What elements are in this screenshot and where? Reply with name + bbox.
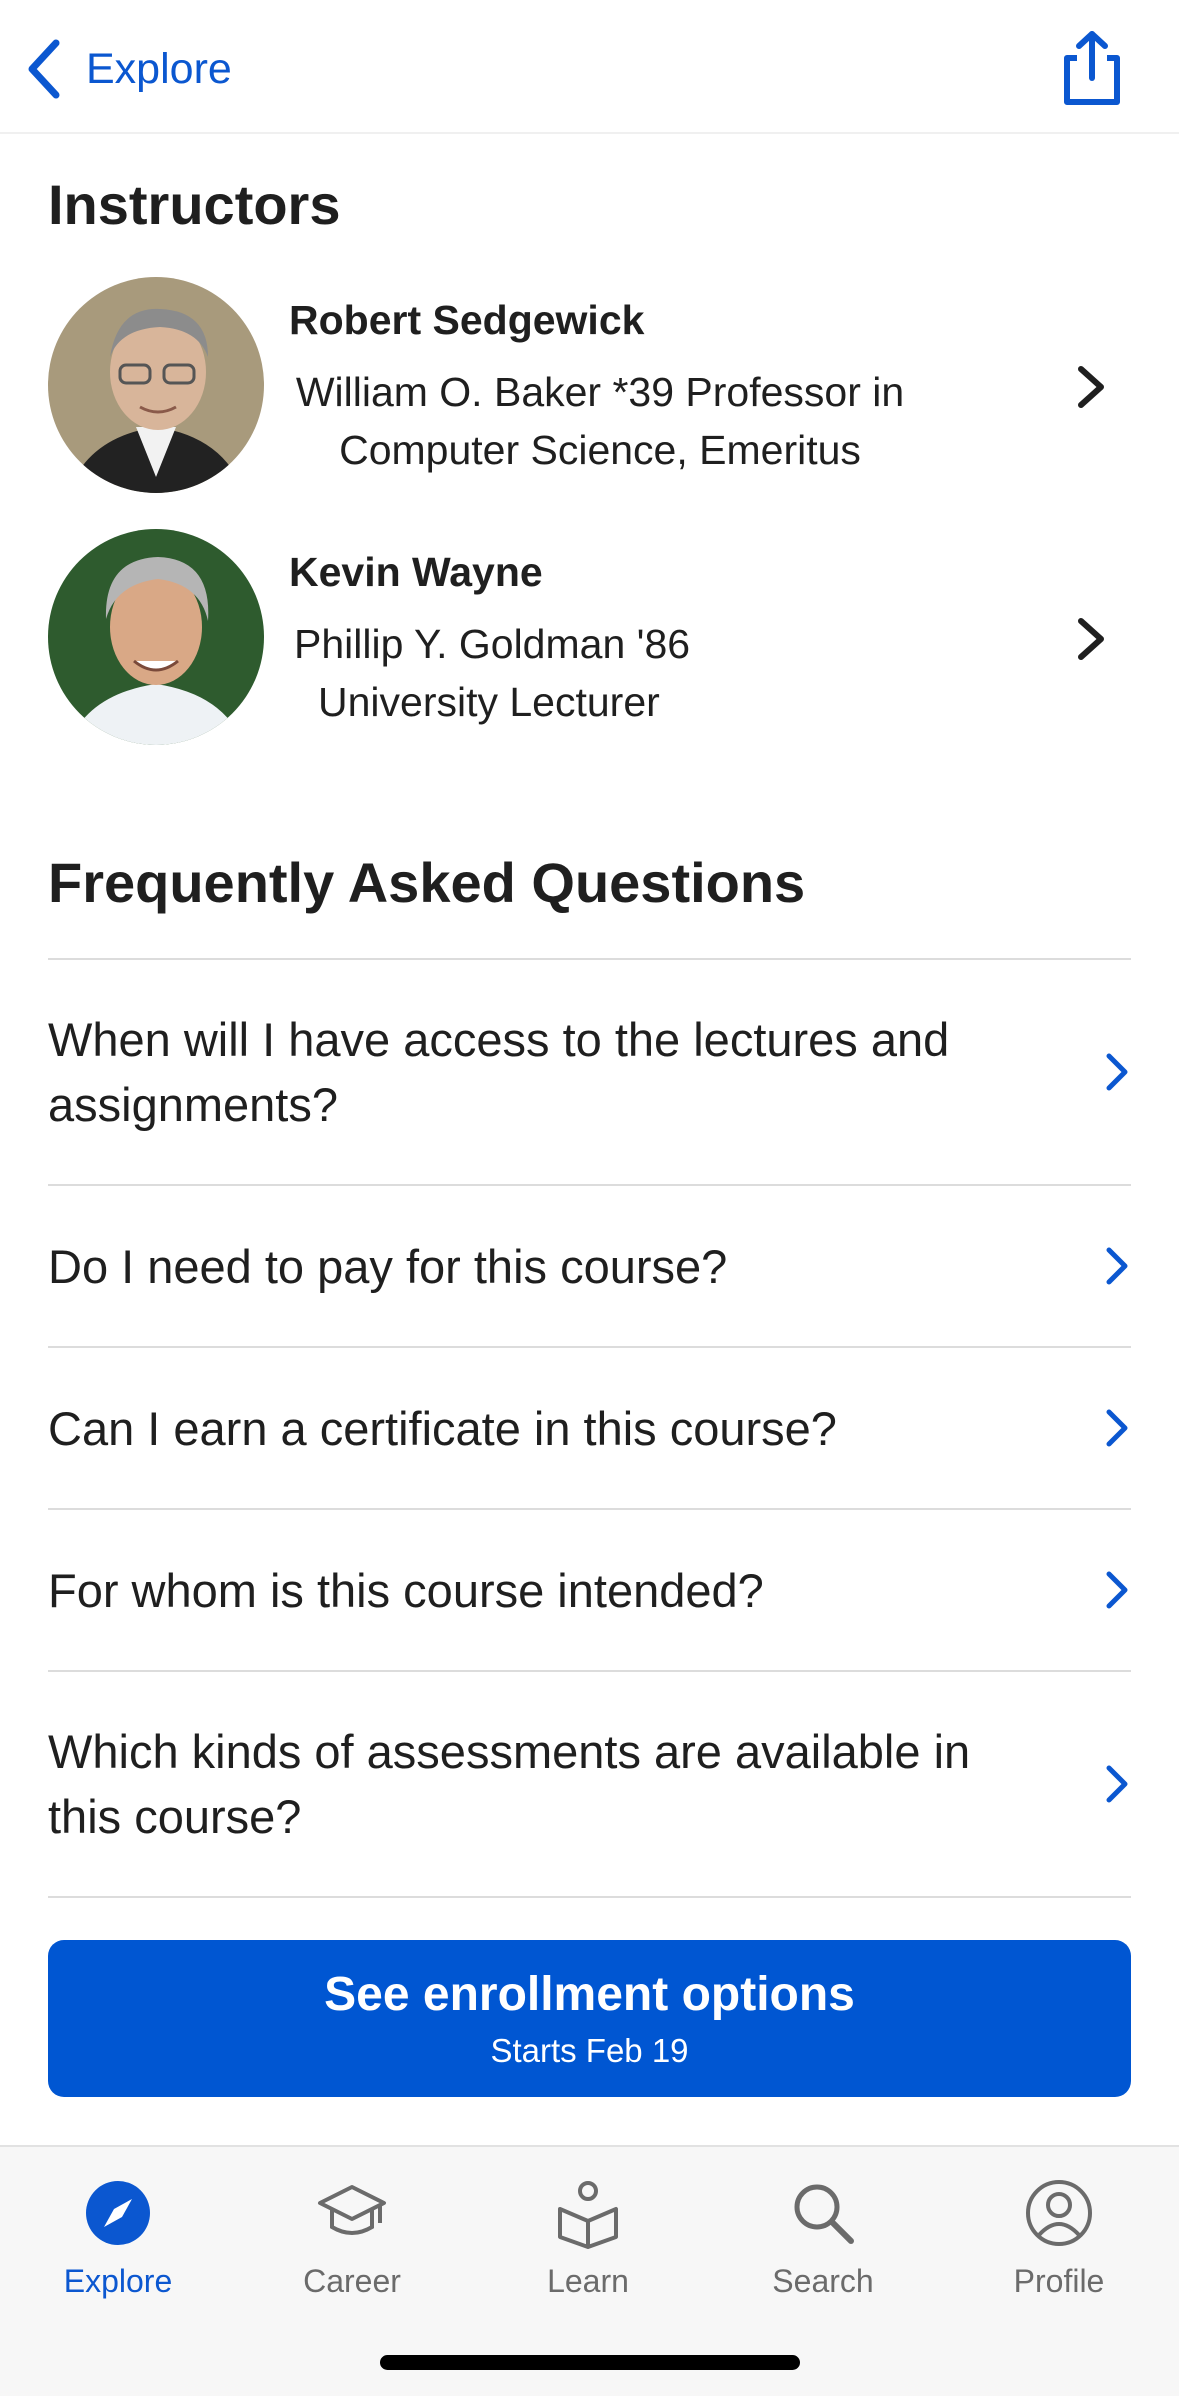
faq-item[interactable]: Do I need to pay for this course? bbox=[48, 1184, 1131, 1346]
tab-label: Career bbox=[303, 2263, 401, 2299]
chevron-left-icon bbox=[28, 39, 60, 99]
instructor-name: Kevin Wayne bbox=[289, 549, 543, 595]
faq-item[interactable]: For whom is this course intended? bbox=[48, 1508, 1131, 1670]
book-person-icon bbox=[558, 2181, 618, 2249]
back-button[interactable]: Explore bbox=[24, 34, 232, 104]
chevron-right-icon bbox=[1106, 1247, 1128, 1285]
instructor-title: Phillip Y. Goldman '86 University Lectur… bbox=[294, 615, 690, 731]
chevron-right-icon bbox=[1078, 366, 1104, 408]
faq-question: Do I need to pay for this course? bbox=[48, 1239, 728, 1293]
tab-profile[interactable]: Profile bbox=[959, 2177, 1159, 2327]
tab-label: Profile bbox=[1013, 2263, 1105, 2299]
faq-item[interactable]: Which kinds of assessments are available… bbox=[48, 1670, 1131, 1896]
share-icon bbox=[1064, 31, 1120, 105]
chevron-right-icon bbox=[1106, 1571, 1128, 1609]
chevron-right-icon bbox=[1078, 618, 1104, 660]
faq-question: Which kinds of assessments are available… bbox=[48, 1725, 971, 1843]
cta-sublabel: Starts Feb 19 bbox=[490, 2032, 689, 2069]
search-icon bbox=[794, 2184, 854, 2244]
home-indicator bbox=[380, 2355, 800, 2370]
instructor-avatar bbox=[48, 529, 264, 745]
divider bbox=[48, 1896, 1131, 1898]
course-detail-page: Explore Instructors Robert Sedgewick Wil… bbox=[0, 0, 1179, 2396]
cta-label: See enrollment options bbox=[324, 1968, 855, 2021]
faq-item[interactable]: Can I earn a certificate in this course? bbox=[48, 1346, 1131, 1508]
instructor-row[interactable]: Kevin Wayne Phillip Y. Goldman '86 Unive… bbox=[0, 529, 1179, 749]
profile-icon bbox=[1026, 2180, 1092, 2246]
faq-question: For whom is this course intended? bbox=[48, 1563, 764, 1617]
instructors-heading: Instructors bbox=[48, 173, 341, 236]
faq-heading: Frequently Asked Questions bbox=[48, 851, 806, 914]
back-label: Explore bbox=[86, 44, 232, 93]
tab-label: Learn bbox=[547, 2263, 629, 2299]
instructor-title: William O. Baker *39 Professor in Comput… bbox=[280, 363, 920, 479]
compass-icon bbox=[86, 2181, 150, 2245]
tab-search[interactable]: Search bbox=[723, 2177, 923, 2327]
enrollment-options-button[interactable]: See enrollment options Starts Feb 19 bbox=[48, 1940, 1131, 2097]
top-nav-bar: Explore bbox=[0, 0, 1179, 134]
tab-label: Search bbox=[772, 2263, 874, 2299]
instructor-title-line2: Computer Science, Emeritus bbox=[339, 427, 861, 473]
chevron-right-icon bbox=[1106, 1765, 1128, 1803]
tab-learn[interactable]: Learn bbox=[488, 2177, 688, 2327]
tab-label: Explore bbox=[63, 2263, 173, 2299]
instructor-title-line1: William O. Baker *39 Professor in bbox=[295, 369, 905, 415]
instructor-photo-wayne bbox=[48, 529, 264, 745]
chevron-right-icon bbox=[1106, 1053, 1128, 1091]
faq-question: When will I have access to the lectures … bbox=[48, 1013, 950, 1131]
instructor-title-line1: Phillip Y. Goldman '86 bbox=[294, 621, 691, 667]
faq-list: When will I have access to the lectures … bbox=[48, 958, 1131, 1898]
tab-career[interactable]: Career bbox=[252, 2177, 452, 2327]
share-button[interactable] bbox=[1057, 28, 1127, 108]
instructor-avatar bbox=[48, 277, 264, 493]
instructor-title-line2: University Lecturer bbox=[318, 679, 660, 725]
faq-question: Can I earn a certificate in this course? bbox=[48, 1401, 837, 1455]
graduation-cap-icon bbox=[318, 2185, 386, 2235]
instructor-name: Robert Sedgewick bbox=[289, 297, 645, 343]
faq-item[interactable]: When will I have access to the lectures … bbox=[48, 958, 1131, 1184]
instructor-row[interactable]: Robert Sedgewick William O. Baker *39 Pr… bbox=[0, 277, 1179, 497]
chevron-right-icon bbox=[1106, 1409, 1128, 1447]
instructor-photo-sedgewick bbox=[48, 277, 264, 493]
tab-explore[interactable]: Explore bbox=[18, 2177, 218, 2327]
